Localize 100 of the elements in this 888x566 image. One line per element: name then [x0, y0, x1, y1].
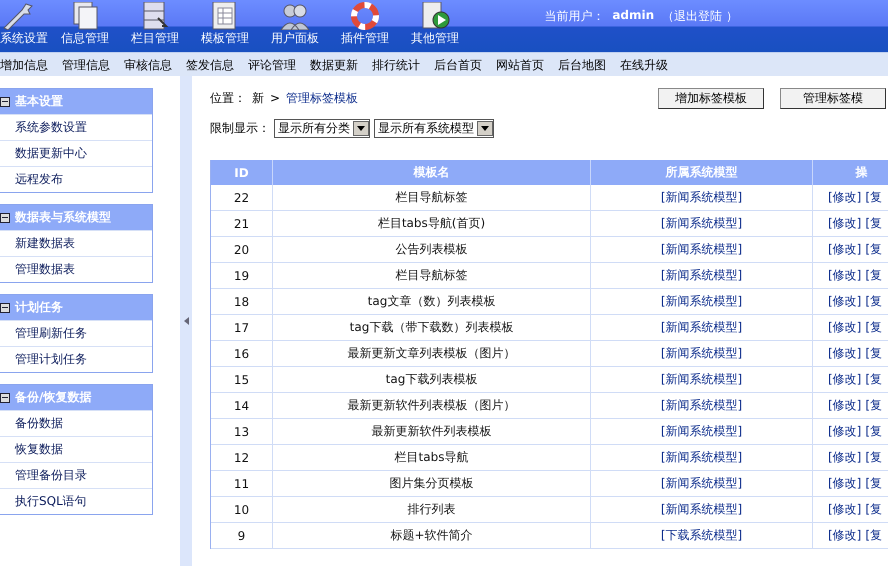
model-link[interactable]: [新闻系统模型] — [660, 423, 742, 440]
action-link[interactable]: [复 — [865, 345, 882, 362]
top-nav-item[interactable]: 信息管理 — [61, 30, 109, 47]
action-link[interactable]: [复 — [865, 267, 882, 284]
table-cell: 19 — [211, 263, 273, 288]
action-link[interactable]: [修改] — [828, 475, 862, 492]
table-cell: 22 — [211, 185, 273, 210]
table-cell: 11 — [211, 471, 273, 496]
action-link[interactable]: [复 — [865, 241, 882, 258]
model-link[interactable]: [新闻系统模型] — [660, 449, 742, 466]
action-link[interactable]: [修改] — [828, 397, 862, 414]
sub-nav-link[interactable]: 签发信息 — [186, 56, 234, 74]
model-link[interactable]: [新闻系统模型] — [660, 293, 742, 310]
sub-nav-link[interactable]: 后台首页 — [434, 56, 482, 74]
breadcrumb-label: 位置： — [210, 90, 246, 106]
model-link[interactable]: [新闻系统模型] — [660, 345, 742, 362]
sidebar-item[interactable]: 数据更新中心 — [0, 140, 152, 166]
model-link[interactable]: [新闻系统模型] — [660, 501, 742, 518]
sub-nav-link[interactable]: 管理信息 — [62, 56, 110, 74]
sidebar-item[interactable]: 系统参数设置 — [0, 114, 152, 140]
table-cell: 12 — [211, 445, 273, 470]
top-nav-item[interactable]: 插件管理 — [341, 30, 389, 47]
action-button[interactable]: 增加标签模板 — [658, 88, 764, 108]
action-link[interactable]: [复 — [865, 215, 882, 232]
action-link[interactable]: [修改] — [828, 293, 862, 310]
top-nav-item[interactable]: 用户面板 — [271, 30, 319, 47]
model-link[interactable]: [新闻系统模型] — [660, 267, 742, 284]
table-cell: 排行列表 — [273, 497, 591, 522]
action-link[interactable]: [修改] — [828, 527, 862, 544]
model-link[interactable]: [新闻系统模型] — [660, 215, 742, 232]
action-link[interactable]: [修改] — [828, 423, 862, 440]
sidebar-item[interactable]: 备份数据 — [0, 410, 152, 436]
top-nav-item[interactable]: 系统设置 — [0, 30, 48, 47]
logout-link[interactable]: （退出登陆 ） — [662, 8, 738, 24]
sub-nav-link[interactable]: 在线升级 — [620, 56, 668, 74]
sub-nav-link[interactable]: 排行统计 — [372, 56, 420, 74]
filter-select[interactable]: 显示所有系统模型 — [374, 118, 494, 138]
sub-nav-link[interactable]: 评论管理 — [248, 56, 296, 74]
table-cell: 栏目tabs导航 — [273, 445, 591, 470]
collapse-icon[interactable] — [0, 392, 10, 402]
action-link[interactable]: [修改] — [828, 449, 862, 466]
action-link[interactable]: [修改] — [828, 267, 862, 284]
action-link[interactable]: [复 — [865, 371, 882, 388]
table-cell: 14 — [211, 393, 273, 418]
action-link[interactable]: [复 — [865, 501, 882, 518]
action-link[interactable]: [复 — [865, 189, 882, 206]
sub-nav-link[interactable]: 网站首页 — [496, 56, 544, 74]
sub-nav-link[interactable]: 后台地图 — [558, 56, 606, 74]
action-link[interactable]: [复 — [865, 397, 882, 414]
action-link[interactable]: [复 — [865, 293, 882, 310]
action-link[interactable]: [复 — [865, 527, 882, 544]
action-link[interactable]: [修改] — [828, 501, 862, 518]
action-link[interactable]: [修改] — [828, 215, 862, 232]
sub-nav-link[interactable]: 增加信息 — [0, 56, 48, 74]
top-nav-item[interactable]: 模板管理 — [201, 30, 249, 47]
breadcrumb-link[interactable]: 管理标签模板 — [286, 90, 358, 106]
top-nav-item[interactable]: 其他管理 — [411, 30, 459, 47]
user-label: 当前用户： — [544, 8, 604, 24]
table-cell: 栏目导航标签 — [273, 263, 591, 288]
action-link[interactable]: [修改] — [828, 319, 862, 336]
breadcrumb-link[interactable]: 新 — [252, 90, 264, 106]
table-cell: 17 — [211, 315, 273, 340]
sidebar-item[interactable]: 管理计划任务 — [0, 346, 152, 372]
action-link[interactable]: [复 — [865, 475, 882, 492]
sidebar-item[interactable]: 管理备份目录 — [0, 462, 152, 488]
model-link[interactable]: [新闻系统模型] — [660, 319, 742, 336]
action-link[interactable]: [修改] — [828, 371, 862, 388]
model-link[interactable]: [新闻系统模型] — [660, 397, 742, 414]
table-cell: 最新更新软件列表模板（图片） — [273, 393, 591, 418]
model-link[interactable]: [新闻系统模型] — [660, 189, 742, 206]
action-link[interactable]: [复 — [865, 449, 882, 466]
action-link[interactable]: [复 — [865, 319, 882, 336]
filter-select[interactable]: 显示所有分类 — [274, 118, 370, 138]
model-link[interactable]: [新闻系统模型] — [660, 475, 742, 492]
sidebar-item[interactable]: 恢复数据 — [0, 436, 152, 462]
model-link[interactable]: [新闻系统模型] — [660, 241, 742, 258]
table-cell: 9 — [211, 523, 273, 548]
action-link[interactable]: [修改] — [828, 241, 862, 258]
sidebar-item[interactable]: 新建数据表 — [0, 230, 152, 256]
model-link[interactable]: [下载系统模型] — [660, 527, 742, 544]
action-link[interactable]: [修改] — [828, 189, 862, 206]
sub-nav-link[interactable]: 审核信息 — [124, 56, 172, 74]
model-link[interactable]: [新闻系统模型] — [660, 371, 742, 388]
action-link[interactable]: [修改] — [828, 345, 862, 362]
collapse-icon[interactable] — [0, 212, 10, 222]
collapse-icon[interactable] — [0, 96, 10, 106]
sidebar-item[interactable]: 执行SQL语句 — [0, 488, 152, 514]
collapse-arrow-icon[interactable] — [184, 317, 188, 325]
sidebar-item[interactable]: 管理数据表 — [0, 256, 152, 282]
sub-nav-link[interactable]: 数据更新 — [310, 56, 358, 74]
filter-label: 限制显示： — [210, 120, 270, 136]
top-nav-item[interactable]: 栏目管理 — [131, 30, 179, 47]
sidebar-item[interactable]: 管理刷新任务 — [0, 320, 152, 346]
collapse-icon[interactable] — [0, 302, 10, 312]
action-link[interactable]: [复 — [865, 423, 882, 440]
users-icon — [278, 2, 312, 30]
sidebar-item[interactable]: 远程发布 — [0, 166, 152, 192]
action-button[interactable]: 管理标签模 — [780, 88, 886, 108]
table-cell: 15 — [211, 367, 273, 392]
table-cell: tag下载（带下载数）列表模板 — [273, 315, 591, 340]
